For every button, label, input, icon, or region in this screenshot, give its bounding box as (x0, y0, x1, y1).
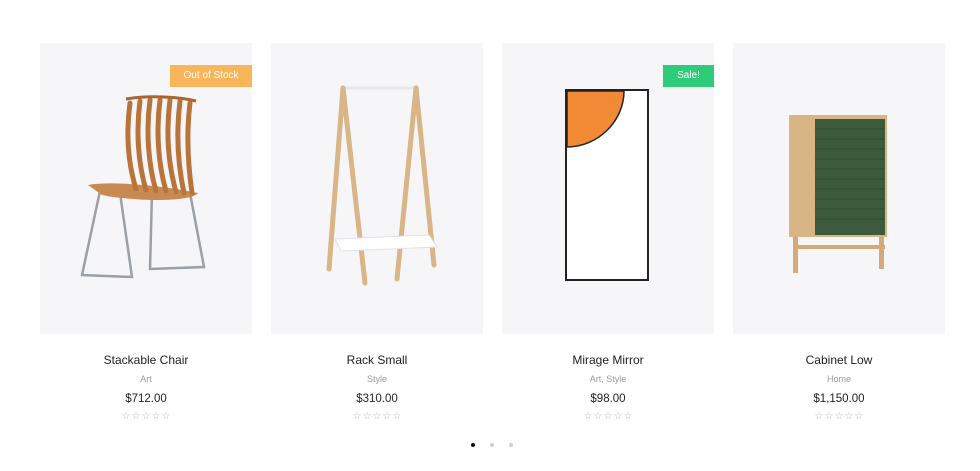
product-card-stackable-chair[interactable]: Out of Stock Stackable Chair Art $712.00… (40, 43, 252, 423)
star-outline-icon: ☆ (151, 411, 161, 422)
star-rating: ☆ ☆ ☆ ☆ ☆ (122, 411, 171, 423)
star-outline-icon: ☆ (854, 411, 864, 422)
carousel-dot-1[interactable] (471, 443, 475, 447)
star-outline-icon: ☆ (141, 411, 151, 422)
product-name[interactable]: Stackable Chair (104, 353, 189, 367)
product-category[interactable]: Art, Style (590, 373, 627, 385)
star-outline-icon: ☆ (392, 411, 402, 422)
star-rating: ☆ ☆ ☆ ☆ ☆ (584, 411, 633, 423)
product-name[interactable]: Cabinet Low (806, 353, 873, 367)
rack-image (326, 85, 438, 286)
star-outline-icon: ☆ (593, 411, 603, 422)
carousel-dot-3[interactable] (509, 443, 513, 447)
carousel-dot-2[interactable] (490, 443, 494, 447)
product-image[interactable]: Out of Stock (40, 43, 252, 334)
cabinet-image (789, 115, 887, 273)
star-outline-icon: ☆ (623, 411, 633, 422)
star-outline-icon: ☆ (613, 411, 623, 422)
product-name[interactable]: Mirage Mirror (572, 353, 643, 367)
star-rating: ☆ ☆ ☆ ☆ ☆ (815, 411, 864, 423)
product-image[interactable] (271, 43, 483, 334)
product-name[interactable]: Rack Small (347, 353, 408, 367)
star-outline-icon: ☆ (382, 411, 392, 422)
product-price: $1,150.00 (813, 393, 865, 405)
star-outline-icon: ☆ (121, 411, 131, 422)
star-outline-icon: ☆ (131, 411, 141, 422)
star-outline-icon: ☆ (814, 411, 824, 422)
sale-badge: Sale! (663, 65, 714, 87)
carousel-pagination (471, 443, 513, 447)
product-price: $98.00 (590, 393, 626, 405)
product-price: $310.00 (356, 393, 398, 405)
product-price: $712.00 (125, 393, 167, 405)
star-rating: ☆ ☆ ☆ ☆ ☆ (353, 411, 402, 423)
product-category[interactable]: Style (367, 373, 387, 385)
star-outline-icon: ☆ (603, 411, 613, 422)
product-card-mirage-mirror[interactable]: Sale! Mirage Mirror Art, Style $98.00 ☆ … (502, 43, 714, 423)
product-image[interactable]: Sale! (502, 43, 714, 334)
product-image[interactable] (733, 43, 945, 334)
product-card-rack-small[interactable]: Rack Small Style $310.00 ☆ ☆ ☆ ☆ ☆ (271, 43, 483, 423)
star-outline-icon: ☆ (844, 411, 854, 422)
product-card-cabinet-low[interactable]: Cabinet Low Home $1,150.00 ☆ ☆ ☆ ☆ ☆ (733, 43, 945, 423)
out-of-stock-badge: Out of Stock (170, 65, 252, 87)
star-outline-icon: ☆ (352, 411, 362, 422)
product-category[interactable]: Home (827, 373, 851, 385)
star-outline-icon: ☆ (824, 411, 834, 422)
star-outline-icon: ☆ (583, 411, 593, 422)
star-outline-icon: ☆ (372, 411, 382, 422)
product-category[interactable]: Art (140, 373, 152, 385)
star-outline-icon: ☆ (834, 411, 844, 422)
product-carousel: Out of Stock Stackable Chair Art $712.00… (40, 43, 945, 423)
star-outline-icon: ☆ (161, 411, 171, 422)
star-outline-icon: ☆ (362, 411, 372, 422)
